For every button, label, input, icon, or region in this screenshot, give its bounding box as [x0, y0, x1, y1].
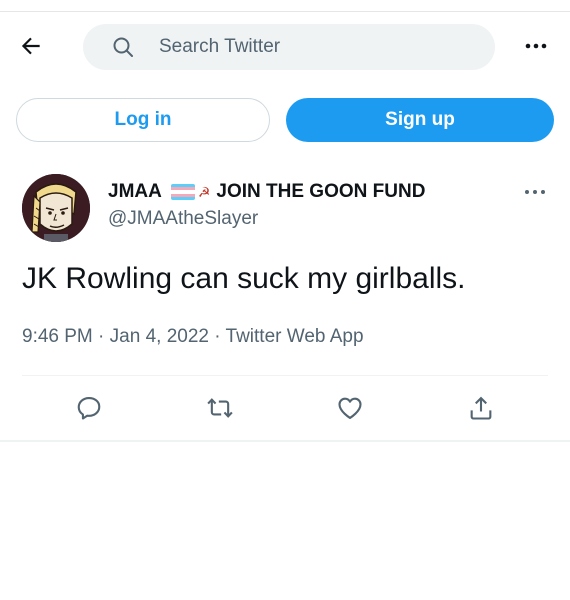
tweet-text: JK Rowling can suck my girlballs. [22, 262, 466, 295]
signup-button[interactable]: Sign up [286, 98, 554, 142]
tweet-time[interactable]: 9:46 PM [22, 326, 93, 347]
transgender-flag-icon [170, 184, 195, 200]
search-placeholder[interactable]: Search Twitter [159, 36, 280, 58]
search-bar[interactable]: Search Twitter [83, 24, 495, 70]
bottom-divider [0, 440, 570, 442]
reply-icon[interactable] [75, 394, 103, 422]
display-name[interactable]: JMAA ☭ JOIN THE GOON FUND [108, 181, 425, 203]
tweet-more-icon[interactable] [523, 182, 547, 202]
tweet-date[interactable]: Jan 4, 2022 [110, 326, 209, 347]
avatar-image [22, 174, 90, 242]
hammer-and-sickle-icon: ☭ [197, 183, 211, 200]
login-button[interactable]: Log in [16, 98, 270, 142]
arrow-left-icon[interactable] [18, 33, 44, 59]
top-divider [0, 11, 570, 12]
tweet-meta: 9:46 PM · Jan 4, 2022 · Twitter Web App [22, 326, 364, 348]
meta-separator: · [98, 326, 105, 347]
retweet-icon[interactable] [206, 394, 234, 422]
tweet-source: Twitter Web App [225, 326, 364, 347]
like-icon[interactable] [336, 394, 364, 422]
display-name-suffix: JOIN THE GOON FUND [216, 181, 426, 202]
share-icon[interactable] [467, 394, 495, 422]
meta-separator: · [214, 326, 221, 347]
search-icon [113, 37, 133, 57]
display-name-text: JMAA [108, 181, 162, 202]
avatar[interactable] [22, 174, 90, 242]
more-horizontal-icon[interactable] [524, 36, 548, 56]
action-divider [22, 375, 548, 376]
user-handle[interactable]: @JMAAtheSlayer [108, 208, 258, 230]
